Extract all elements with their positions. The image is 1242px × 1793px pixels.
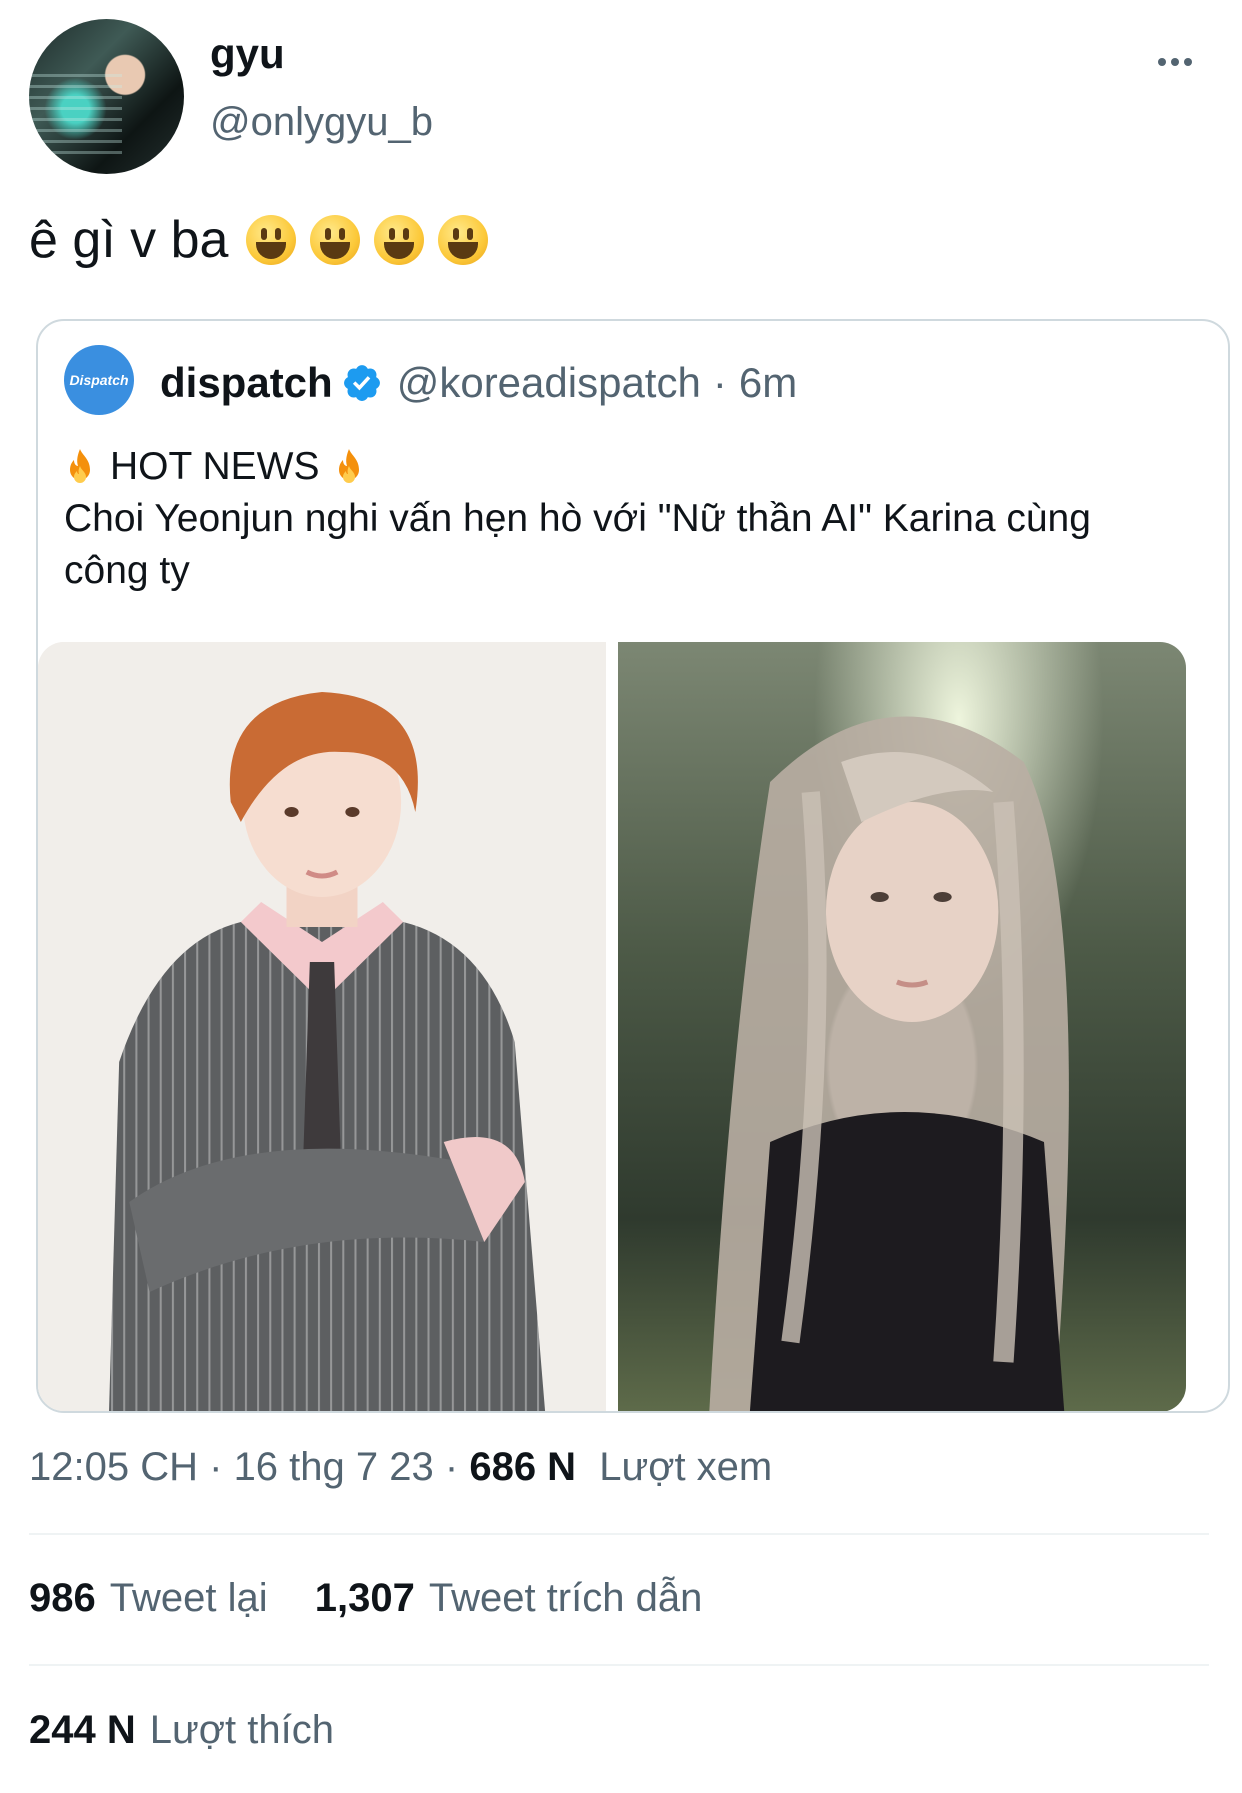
quoted-tweet-text: Choi Yeonjun nghi vấn hẹn hò với "Nữ thầ…: [64, 497, 1091, 592]
grinning-face-icon: [438, 215, 489, 265]
headline-text: HOT NEWS: [110, 445, 320, 488]
divider: [29, 1664, 1209, 1666]
quoted-author-name[interactable]: dispatch: [160, 359, 333, 407]
author-display-name[interactable]: gyu: [210, 30, 285, 78]
quote-tweets-label: Tweet trích dẫn: [428, 1576, 703, 1620]
quoted-avatar-logo-text: Dispatch: [69, 372, 129, 388]
media-photo-right[interactable]: [618, 642, 1186, 1411]
emoji-row: [246, 215, 489, 265]
quoted-tweet-header: dispatch @koreadispatch · 6m: [160, 359, 797, 407]
headline-line: HOT NEWS: [64, 441, 1184, 493]
views-label: Lượt xem: [599, 1445, 773, 1489]
verified-badge-icon: [343, 365, 380, 401]
fire-icon: [70, 449, 90, 483]
media-gallery: [38, 642, 1186, 1411]
quoted-author-handle[interactable]: @koreadispatch: [397, 359, 701, 407]
separator-dot: ·: [209, 1445, 223, 1489]
quoted-tweet-time[interactable]: 6m: [739, 359, 797, 407]
grinning-face-icon: [246, 215, 297, 265]
separator-dot: ·: [444, 1445, 459, 1489]
fire-icon: [339, 449, 360, 483]
engagement-stats-row: 986 Tweet lại 1,307 Tweet trích dẫn: [29, 1576, 738, 1621]
more-options-icon[interactable]: [1158, 58, 1192, 66]
portrait-illustration: [709, 716, 1069, 1411]
tweet-text-content: ê gì v ba: [29, 211, 229, 269]
portrait-illustration: [38, 642, 606, 1411]
media-photo-left[interactable]: [38, 642, 606, 1411]
tweet-time[interactable]: 12:05 CH: [29, 1445, 198, 1489]
author-handle[interactable]: @onlygyu_b: [210, 100, 433, 145]
likes-label: Lượt thích: [149, 1708, 334, 1752]
grinning-face-icon: [310, 215, 361, 265]
separator-dot: ·: [712, 359, 727, 406]
retweets-count: 986: [29, 1576, 96, 1620]
tweet-meta: 12:05 CH · 16 thg 7 23 · 686 N Lượt xem: [29, 1445, 772, 1490]
retweets-label: Tweet lại: [109, 1576, 268, 1620]
quoted-tweet-card[interactable]: Dispatch dispatch @koreadispatch · 6m HO…: [36, 319, 1230, 1413]
quote-tweets-stat[interactable]: 1,307 Tweet trích dẫn: [315, 1576, 703, 1620]
quote-tweets-count: 1,307: [314, 1576, 415, 1620]
quoted-tweet-body: HOT NEWS Choi Yeonjun nghi vấn hẹn hò vớ…: [64, 441, 1184, 597]
quoted-author-avatar[interactable]: Dispatch: [64, 345, 134, 415]
tweet-date[interactable]: 16 thg 7 23: [234, 1445, 434, 1489]
retweets-stat[interactable]: 986 Tweet lại: [29, 1576, 268, 1620]
divider: [29, 1533, 1209, 1535]
likes-stat[interactable]: 244 N Lượt thích: [29, 1708, 334, 1752]
tweet-text: ê gì v ba: [29, 210, 489, 270]
author-avatar[interactable]: [29, 19, 184, 174]
views-count: 686 N: [469, 1445, 577, 1489]
grinning-face-icon: [374, 215, 425, 265]
likes-count: 244 N: [29, 1708, 136, 1752]
likes-stats-row: 244 N Lượt thích: [29, 1708, 370, 1753]
